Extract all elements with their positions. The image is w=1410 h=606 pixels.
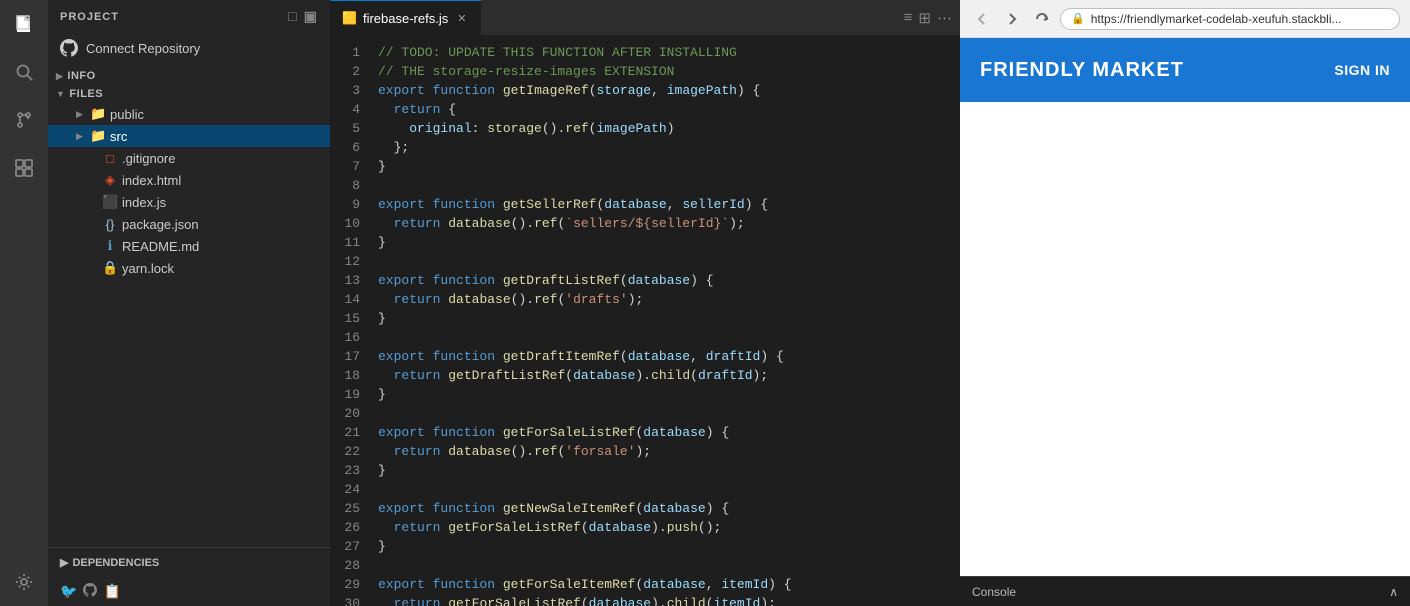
editor-toolbar-icons: ≡ ⊞ ⋯	[904, 9, 952, 27]
folder-public[interactable]: ▶ 📁 public	[48, 103, 330, 125]
folder-public-label: public	[110, 107, 144, 122]
explorer-title: PROJECT	[60, 11, 119, 23]
editor-tabs-bar: 🟨 firebase-refs.js ✕ ≡ ⊞ ⋯	[330, 0, 960, 35]
info-section[interactable]: ▶ INFO	[48, 67, 330, 85]
js-label: index.js	[122, 195, 166, 210]
gitignore-label: .gitignore	[122, 151, 175, 166]
extensions-icon[interactable]	[8, 152, 40, 184]
search-icon[interactable]	[8, 56, 40, 88]
app-header: FRIENDLY MARKET SIGN IN	[960, 38, 1410, 102]
https-lock-icon: 🔒	[1071, 12, 1085, 25]
deps-arrow: ▶	[60, 556, 68, 569]
json-label: package.json	[122, 217, 199, 232]
line-numbers: 12345 678910 1112131415 1617181920 21222…	[330, 35, 370, 606]
explorer-header: PROJECT □ ▣	[48, 0, 330, 33]
file-yarn-lock[interactable]: ▶ 🔒 yarn.lock	[48, 257, 330, 279]
files-icon[interactable]	[8, 8, 40, 40]
folder-public-icon: 📁	[90, 106, 106, 122]
folder-src-label: src	[110, 129, 127, 144]
browser-content: FRIENDLY MARKET SIGN IN	[960, 38, 1410, 576]
lock-icon: 🔒	[102, 260, 118, 276]
new-folder-icon[interactable]: ▣	[304, 8, 318, 25]
app-title: FRIENDLY MARKET	[980, 59, 1184, 82]
browser-refresh-button[interactable]	[1030, 7, 1054, 31]
folder-public-arrow: ▶	[76, 109, 86, 120]
url-bar[interactable]: 🔒 https://friendlymarket-codelab-xeufuh.…	[1060, 8, 1400, 30]
file-explorer: PROJECT □ ▣ Connect Repository ▶ INFO ▼ …	[48, 0, 330, 606]
folder-src[interactable]: ▶ 📁 src	[48, 125, 330, 147]
connect-repo-label: Connect Repository	[86, 41, 200, 56]
tab-firebase-refs[interactable]: 🟨 firebase-refs.js ✕	[330, 0, 481, 35]
new-file-icon[interactable]: □	[288, 8, 297, 25]
tab-close-button[interactable]: ✕	[454, 10, 469, 27]
md-icon: ℹ	[102, 238, 118, 254]
files-arrow: ▼	[56, 89, 65, 99]
connect-repository-button[interactable]: Connect Repository	[48, 33, 330, 67]
source-control-icon[interactable]	[8, 104, 40, 136]
twitter-icon[interactable]: 🐦	[60, 583, 77, 600]
activity-bar	[0, 0, 48, 606]
yarn-lock-label: yarn.lock	[122, 261, 174, 276]
console-collapse-icon[interactable]: ∧	[1389, 585, 1398, 599]
tabs-list: 🟨 firebase-refs.js ✕	[330, 0, 481, 35]
code-editor: 12345 678910 1112131415 1617181920 21222…	[330, 35, 960, 606]
github-icon-bottom[interactable]	[83, 583, 97, 600]
explorer-actions: □ ▣	[288, 8, 318, 25]
folder-src-icon: 📁	[90, 128, 106, 144]
console-bar: Console ∧	[960, 576, 1410, 606]
url-text: https://friendlymarket-codelab-xeufuh.st…	[1091, 12, 1342, 26]
browser-toolbar: 🔒 https://friendlymarket-codelab-xeufuh.…	[960, 0, 1410, 38]
tab-label: firebase-refs.js	[363, 11, 448, 26]
info-arrow: ▶	[56, 71, 63, 82]
tab-js-icon: 🟨	[342, 11, 357, 25]
file-readme-md[interactable]: ▶ ℹ README.md	[48, 235, 330, 257]
file-tree: ▶ 📁 public ▶ 📁 src ▶ □ .gitignore ▶ ◈ in…	[48, 103, 330, 547]
json-icon: {}	[102, 217, 118, 232]
editor-area: 🟨 firebase-refs.js ✕ ≡ ⊞ ⋯ 12345 678910 …	[330, 0, 960, 606]
layout-icon[interactable]: ≡	[904, 9, 913, 27]
folder-src-arrow: ▶	[76, 131, 86, 142]
browser-forward-button[interactable]	[1000, 7, 1024, 31]
js-icon: ⬛	[102, 194, 118, 210]
deps-label-text: DEPENDENCIES	[72, 557, 159, 569]
split-editor-icon[interactable]: ⊞	[918, 9, 931, 27]
social-icons-bar: 🐦 📋	[48, 577, 330, 606]
console-label[interactable]: Console	[972, 585, 1016, 599]
sign-in-button[interactable]: SIGN IN	[1334, 62, 1390, 78]
files-label: FILES	[69, 88, 103, 100]
file-gitignore[interactable]: ▶ □ .gitignore	[48, 147, 330, 169]
more-actions-icon[interactable]: ⋯	[937, 9, 952, 27]
html-label: index.html	[122, 173, 181, 188]
file-index-js[interactable]: ▶ ⬛ index.js	[48, 191, 330, 213]
html-icon: ◈	[102, 172, 118, 188]
md-label: README.md	[122, 239, 199, 254]
stackoverflow-icon[interactable]: 📋	[103, 583, 120, 600]
browser-panel: 🔒 https://friendlymarket-codelab-xeufuh.…	[960, 0, 1410, 606]
files-section[interactable]: ▼ FILES	[48, 85, 330, 103]
info-label: INFO	[67, 70, 95, 82]
browser-back-button[interactable]	[970, 7, 994, 31]
file-index-html[interactable]: ▶ ◈ index.html	[48, 169, 330, 191]
code-content[interactable]: // TODO: UPDATE THIS FUNCTION AFTER INST…	[370, 35, 960, 606]
file-package-json[interactable]: ▶ {} package.json	[48, 213, 330, 235]
dependencies-section[interactable]: ▶ DEPENDENCIES	[60, 556, 318, 569]
settings-icon[interactable]	[8, 566, 40, 598]
gitignore-icon: □	[102, 151, 118, 166]
dependencies-section-wrapper: ▶ DEPENDENCIES	[48, 547, 330, 577]
